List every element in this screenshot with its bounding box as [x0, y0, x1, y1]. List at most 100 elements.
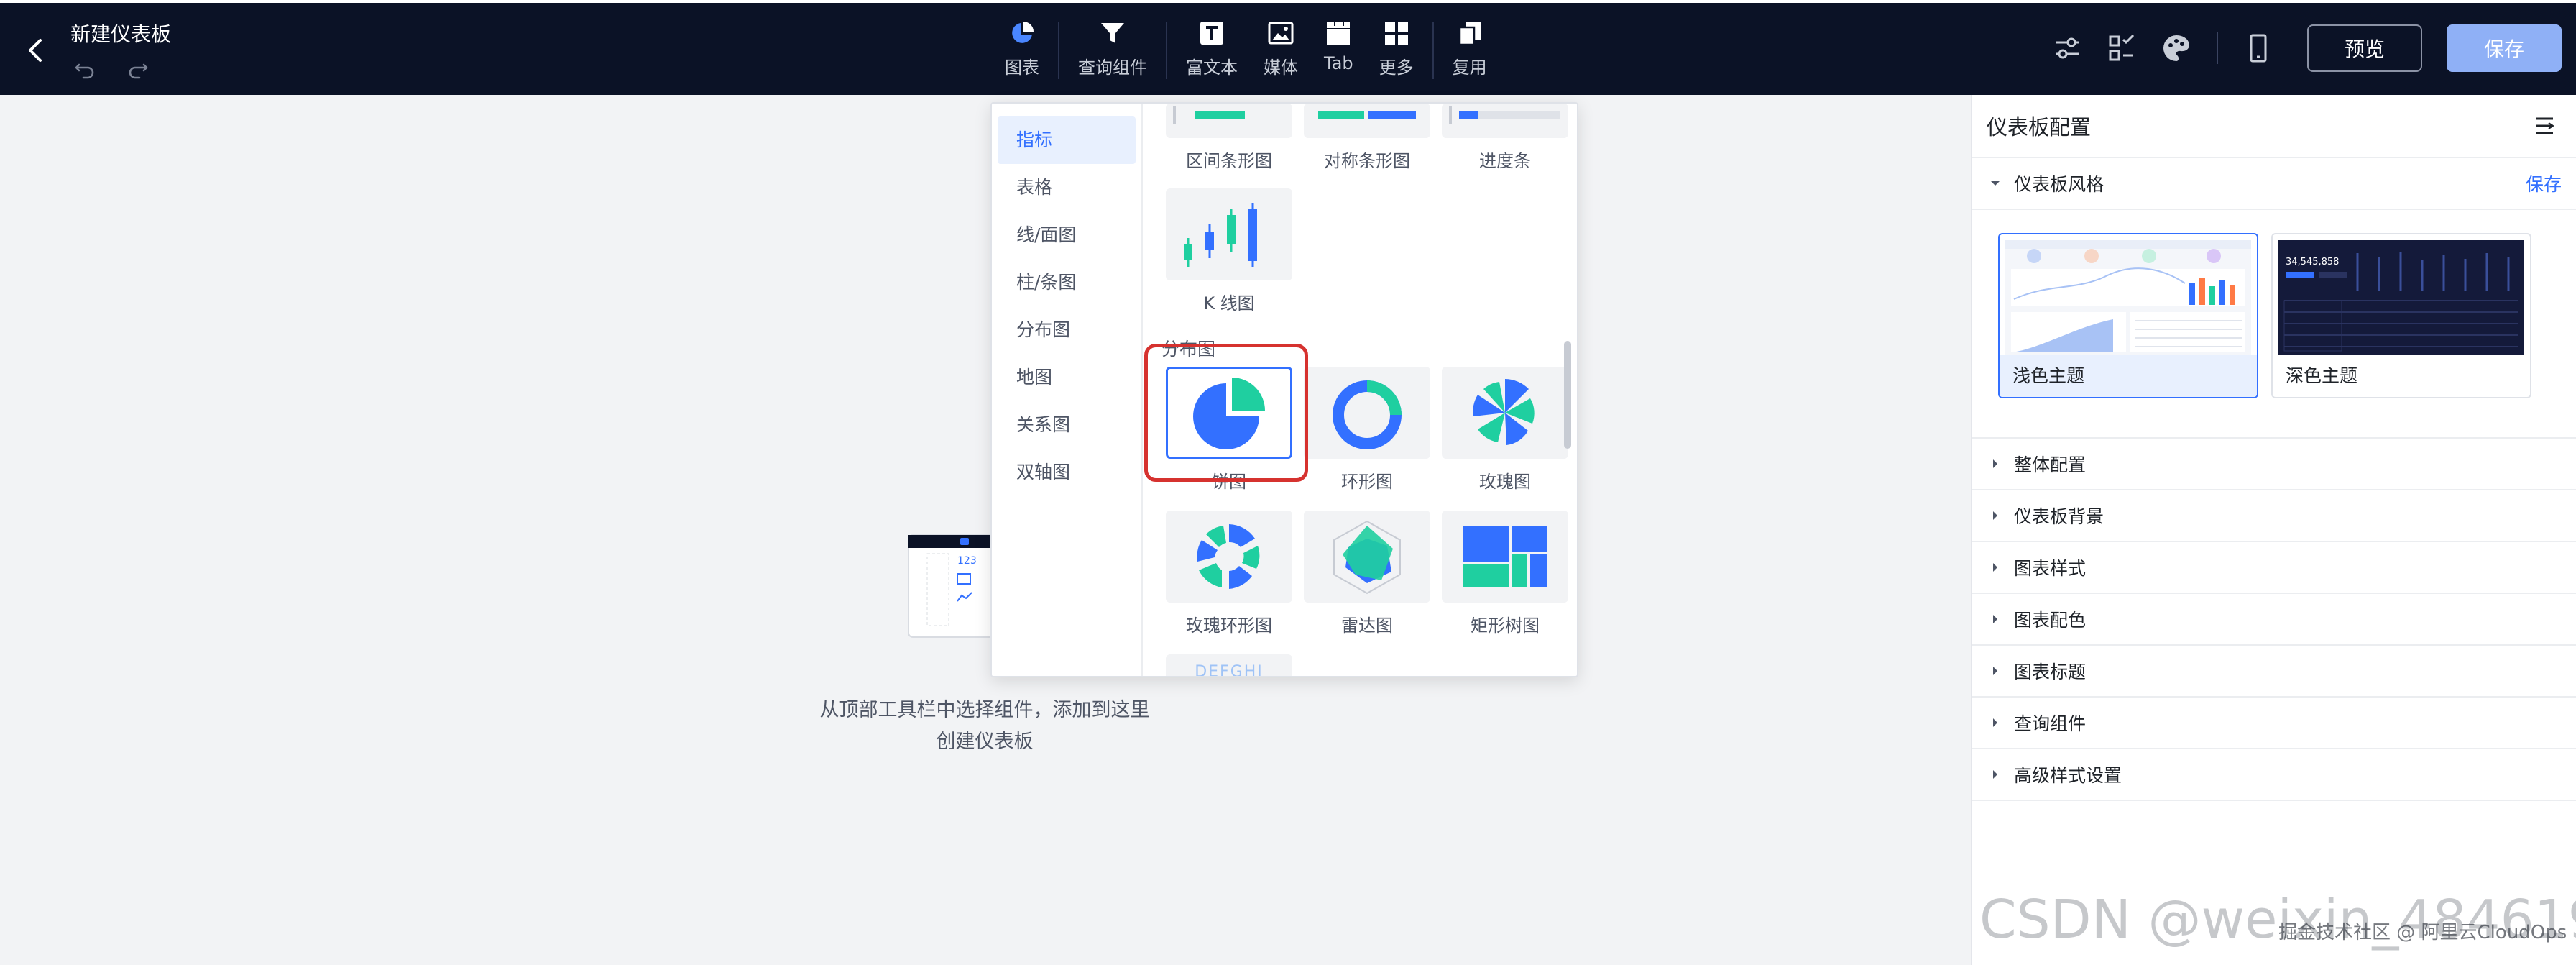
- theme-dark-card[interactable]: 34,545,858 深色主题: [2271, 233, 2531, 398]
- kline-thumbnail: [1166, 188, 1292, 280]
- rose-chart-icon: [1473, 379, 1535, 445]
- tool-media[interactable]: 媒体: [1251, 19, 1311, 85]
- chart-grid-scrollbar[interactable]: [1564, 341, 1571, 449]
- chart-tile-donut[interactable]: 环形图: [1304, 367, 1430, 493]
- component-toolbar: 图表 查询组件 富文本 媒体 Tab 更多 复用: [992, 19, 1500, 85]
- caret-right-icon: [1993, 770, 1997, 779]
- mobile-device-icon[interactable]: [2241, 31, 2276, 65]
- rich-text-icon: [1200, 22, 1223, 45]
- section-dashboard-background[interactable]: 仪表板背景: [1972, 490, 2576, 542]
- category-metric[interactable]: 指标: [998, 116, 1136, 164]
- tool-query-label: 查询组件: [1078, 58, 1147, 78]
- caret-right-icon: [1993, 563, 1997, 572]
- theme-label: 深色主题: [2286, 365, 2358, 386]
- menu-icon[interactable]: [2530, 111, 2559, 140]
- progress-bar-chart-icon: [1449, 106, 1560, 124]
- redo-icon[interactable]: [124, 55, 152, 83]
- tool-more[interactable]: 更多: [1366, 19, 1427, 85]
- chart-tile-kline[interactable]: K 线图: [1166, 188, 1292, 314]
- chart-tile-range-bar[interactable]: 区间条形图: [1166, 104, 1292, 172]
- chart-tile-label: 进度条: [1479, 151, 1531, 171]
- chart-tile-progress-bar[interactable]: 进度条: [1442, 104, 1568, 172]
- category-map[interactable]: 地图: [998, 354, 1136, 401]
- tool-more-label: 更多: [1379, 58, 1414, 78]
- undo-redo-group: [70, 55, 152, 83]
- checklist-icon[interactable]: [2104, 31, 2139, 65]
- save-button[interactable]: 保存: [2447, 24, 2562, 72]
- radar-chart-icon: [1333, 520, 1401, 595]
- preview-button[interactable]: 预览: [2307, 24, 2422, 72]
- chart-tile-radar[interactable]: 雷达图: [1304, 511, 1430, 636]
- section-label: 查询组件: [2014, 713, 2087, 734]
- range-bar-thumbnail: [1166, 104, 1292, 138]
- category-relation[interactable]: 关系图: [998, 401, 1136, 449]
- dashboard-title[interactable]: 新建仪表板: [70, 19, 171, 47]
- section-label: 图表配色: [2014, 610, 2087, 631]
- category-bar[interactable]: 柱/条图: [998, 259, 1136, 306]
- panel-title: 仪表板配置: [1987, 115, 2092, 140]
- tool-richtext[interactable]: 富文本: [1173, 19, 1251, 85]
- category-distribution[interactable]: 分布图: [998, 306, 1136, 354]
- category-line-area[interactable]: 线/面图: [998, 211, 1136, 259]
- caret-right-icon: [1993, 615, 1997, 623]
- dashboard-canvas[interactable]: [0, 95, 1971, 965]
- tool-reuse[interactable]: 复用: [1440, 19, 1500, 85]
- chart-category-list: 指标 表格 线/面图 柱/条图 分布图 地图 关系图 双轴图: [992, 104, 1143, 676]
- chart-tile-label: 环形图: [1341, 472, 1393, 492]
- dashboard-config-panel: 仪表板配置 仪表板风格 保存 浅色主题 34,545,858 深色主题 整体配置…: [1971, 95, 2576, 965]
- chart-tile-label: 玫瑰环形图: [1186, 616, 1272, 636]
- theme-light-card[interactable]: 浅色主题: [1998, 233, 2258, 398]
- juejin-watermark: 掘金技术社区 @ 阿里云CloudOps: [2278, 922, 2567, 943]
- section-label: 仪表板背景: [2014, 506, 2104, 527]
- section-chart-colors[interactable]: 图表配色: [1972, 594, 2576, 646]
- theme-label: 浅色主题: [2000, 355, 2257, 397]
- chart-tile-label: 雷达图: [1341, 616, 1393, 636]
- tool-chart[interactable]: 图表: [992, 19, 1052, 85]
- chart-tile-partial[interactable]: DEFGHI: [1166, 654, 1292, 676]
- undo-icon[interactable]: [70, 55, 99, 83]
- section-label: 图表样式: [2014, 558, 2087, 579]
- section-label: 整体配置: [2014, 454, 2087, 475]
- chart-tile-label: 玫瑰图: [1479, 472, 1531, 492]
- section-chart-title[interactable]: 图表标题: [1972, 646, 2576, 698]
- palette-icon[interactable]: [2159, 31, 2194, 65]
- category-dual-axis[interactable]: 双轴图: [998, 449, 1136, 496]
- rose-thumbnail: [1442, 367, 1568, 459]
- caret-down-icon: [1991, 181, 2000, 186]
- tool-query[interactable]: 查询组件: [1065, 19, 1160, 85]
- filter-icon: [1101, 23, 1124, 43]
- partial-thumbnail: DEFGHI: [1166, 654, 1292, 676]
- section-label: 仪表板风格: [2014, 174, 2104, 195]
- chart-tile-rose[interactable]: 玫瑰图: [1442, 367, 1568, 493]
- empty-state-text: 从顶部工具栏中选择组件，添加到这里 创建仪表板: [805, 695, 1164, 758]
- rose-donut-chart-icon: [1197, 524, 1260, 589]
- theme-selector: 浅色主题 34,545,858 深色主题: [1972, 210, 2576, 439]
- settings-sliders-icon[interactable]: [2050, 31, 2084, 65]
- section-query-component[interactable]: 查询组件: [1972, 698, 2576, 749]
- section-advanced-style[interactable]: 高级样式设置: [1972, 749, 2576, 801]
- caret-right-icon: [1993, 459, 1997, 468]
- radar-thumbnail: [1304, 511, 1430, 603]
- category-table[interactable]: 表格: [998, 164, 1136, 211]
- progress-bar-thumbnail: [1442, 104, 1568, 138]
- style-save-link[interactable]: 保存: [2526, 170, 2562, 196]
- grid-icon: [1384, 22, 1408, 45]
- light-theme-preview: [2005, 240, 2251, 355]
- symmetric-bar-chart-icon: [1318, 111, 1416, 119]
- back-arrow-icon[interactable]: [20, 32, 52, 69]
- chart-tile-treemap[interactable]: 矩形树图: [1442, 511, 1568, 636]
- section-dashboard-style[interactable]: 仪表板风格 保存: [1972, 158, 2576, 210]
- section-chart-style[interactable]: 图表样式: [1972, 542, 2576, 594]
- annotation-highlight-box: [1144, 344, 1308, 482]
- right-toolbar: 预览 保存: [2040, 24, 2562, 72]
- chart-tile-rose-donut[interactable]: 玫瑰环形图: [1166, 511, 1292, 636]
- section-overall-config[interactable]: 整体配置: [1972, 439, 2576, 490]
- tool-chart-label: 图表: [1005, 58, 1039, 78]
- donut-thumbnail: [1304, 367, 1430, 459]
- top-toolbar: 新建仪表板 图表 查询组件 富文本 媒体 Tab 更多 复用 预览 保存: [0, 0, 2576, 95]
- chart-tile-symmetric-bar[interactable]: 对称条形图: [1304, 104, 1430, 172]
- rose-donut-thumbnail: [1166, 511, 1292, 603]
- tool-tab[interactable]: Tab: [1311, 19, 1366, 85]
- tab-icon: [1327, 22, 1351, 45]
- svg-text:123: 123: [957, 555, 977, 567]
